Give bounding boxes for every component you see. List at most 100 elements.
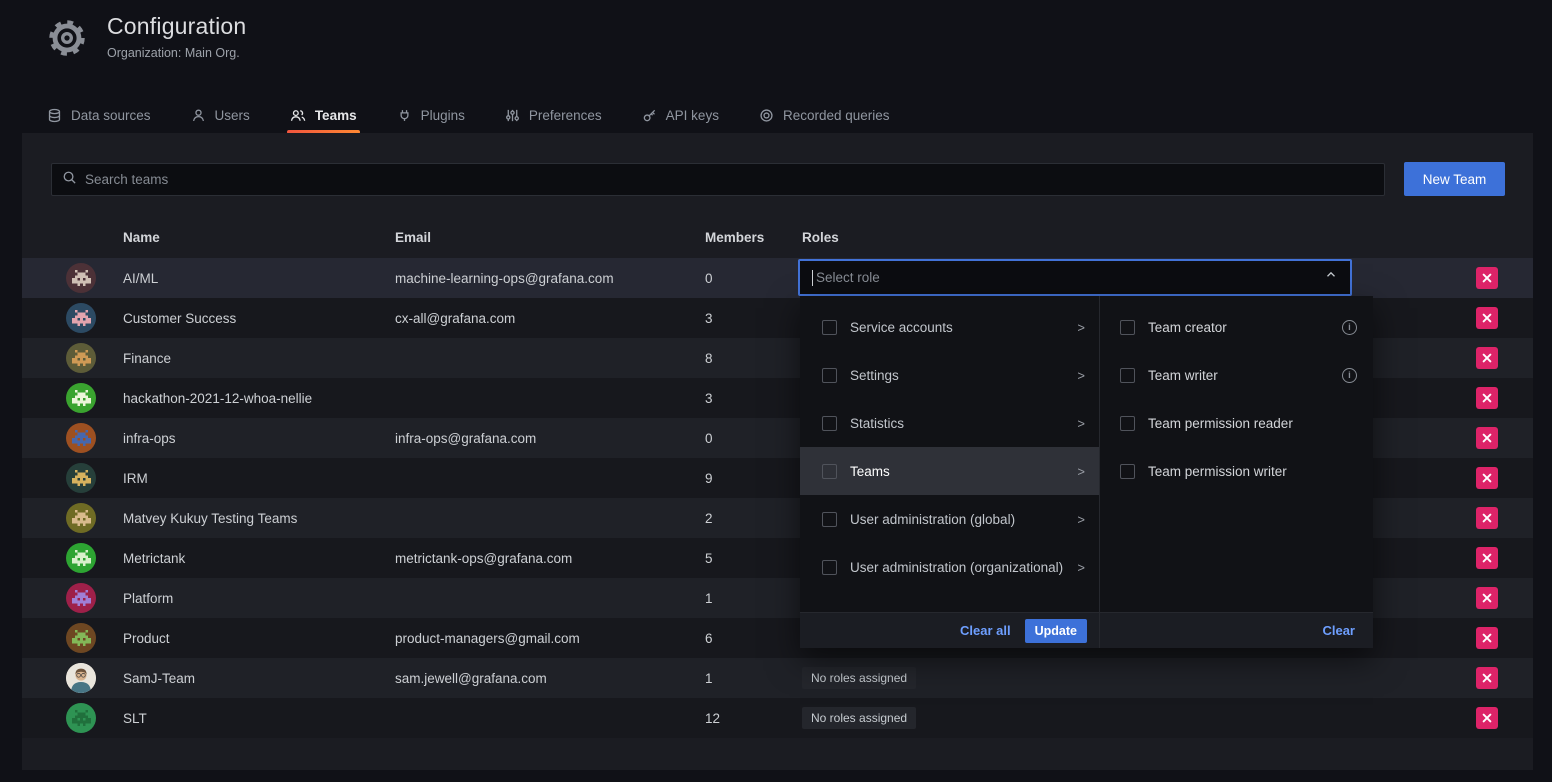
delete-team-button[interactable] xyxy=(1476,467,1498,489)
group-checkbox[interactable] xyxy=(822,464,837,479)
no-roles-badge: No roles assigned xyxy=(802,707,916,729)
delete-team-button[interactable] xyxy=(1476,587,1498,609)
team-email: sam.jewell@grafana.com xyxy=(395,671,705,686)
table-row[interactable]: SLT 12 No roles assigned xyxy=(22,698,1533,738)
team-members-count: 2 xyxy=(705,511,802,526)
role-group-item[interactable]: User administration (global) > xyxy=(800,495,1099,543)
close-icon xyxy=(1482,311,1492,326)
team-name: Matvey Kukuy Testing Teams xyxy=(123,511,395,526)
chevron-right-icon: > xyxy=(1077,416,1085,431)
team-name: Finance xyxy=(123,351,395,366)
role-picker-footer: Clear all Update Clear xyxy=(800,612,1373,648)
group-label: Statistics xyxy=(850,416,904,431)
no-roles-badge: No roles assigned xyxy=(802,667,916,689)
role-label: Team permission writer xyxy=(1148,464,1287,479)
team-name: Product xyxy=(123,631,395,646)
close-icon xyxy=(1482,271,1492,286)
role-option-list: Team creator i Team writer i Team permis… xyxy=(1100,296,1373,612)
new-team-button[interactable]: New Team xyxy=(1404,162,1505,196)
role-option-item[interactable]: Team permission writer i xyxy=(1100,447,1373,495)
close-icon xyxy=(1482,551,1492,566)
role-group-item[interactable]: Statistics > xyxy=(800,399,1099,447)
group-checkbox[interactable] xyxy=(822,416,837,431)
team-members-count: 3 xyxy=(705,311,802,326)
team-name: Platform xyxy=(123,591,395,606)
role-group-item[interactable]: Settings > xyxy=(800,351,1099,399)
update-button[interactable]: Update xyxy=(1025,619,1087,643)
tab-data-sources[interactable]: Data sources xyxy=(44,97,154,133)
role-option-item[interactable]: Team writer i xyxy=(1100,351,1373,399)
team-email: product-managers@gmail.com xyxy=(395,631,705,646)
plug-icon xyxy=(397,108,412,123)
clear-all-link[interactable]: Clear all xyxy=(960,623,1011,638)
delete-team-button[interactable] xyxy=(1476,547,1498,569)
team-members-count: 12 xyxy=(705,711,802,726)
group-checkbox[interactable] xyxy=(822,512,837,527)
role-checkbox[interactable] xyxy=(1120,464,1135,479)
role-group-item[interactable]: Teams > xyxy=(800,447,1099,495)
team-email: machine-learning-ops@grafana.com xyxy=(395,271,705,286)
tab-plugins[interactable]: Plugins xyxy=(394,97,468,133)
chevron-right-icon: > xyxy=(1077,368,1085,383)
delete-team-button[interactable] xyxy=(1476,627,1498,649)
role-checkbox[interactable] xyxy=(1120,368,1135,383)
delete-team-button[interactable] xyxy=(1476,307,1498,329)
tab-preferences[interactable]: Preferences xyxy=(502,97,605,133)
tab-teams[interactable]: Teams xyxy=(287,97,360,133)
team-avatar xyxy=(66,263,96,293)
team-avatar xyxy=(66,423,96,453)
chevron-right-icon: > xyxy=(1077,320,1085,335)
tab-api-keys[interactable]: API keys xyxy=(639,97,722,133)
team-name: hackathon-2021-12-whoa-nellie xyxy=(123,391,395,406)
group-checkbox[interactable] xyxy=(822,320,837,335)
role-select-control[interactable]: Select role xyxy=(798,259,1352,296)
team-members-count: 9 xyxy=(705,471,802,486)
close-icon xyxy=(1482,351,1492,366)
role-select-placeholder: Select role xyxy=(816,270,1324,285)
delete-team-button[interactable] xyxy=(1476,667,1498,689)
role-option-item[interactable]: Team permission reader i xyxy=(1100,399,1373,447)
users-icon xyxy=(290,108,306,123)
team-avatar xyxy=(66,583,96,613)
page-title: Configuration xyxy=(107,13,246,40)
group-checkbox[interactable] xyxy=(822,368,837,383)
role-checkbox[interactable] xyxy=(1120,416,1135,431)
user-icon xyxy=(191,108,206,123)
group-checkbox[interactable] xyxy=(822,560,837,575)
delete-team-button[interactable] xyxy=(1476,387,1498,409)
team-name: Metrictank xyxy=(123,551,395,566)
role-group-item[interactable]: Service accounts > xyxy=(800,303,1099,351)
tab-users[interactable]: Users xyxy=(188,97,253,133)
team-avatar xyxy=(66,703,96,733)
chevron-right-icon: > xyxy=(1077,464,1085,479)
table-row[interactable]: SamJ-Team sam.jewell@grafana.com 1 No ro… xyxy=(22,658,1533,698)
group-label: Settings xyxy=(850,368,899,383)
role-label: Team permission reader xyxy=(1148,416,1293,431)
team-avatar xyxy=(66,623,96,653)
clear-link[interactable]: Clear xyxy=(1322,623,1355,638)
team-email: metrictank-ops@grafana.com xyxy=(395,551,705,566)
search-teams-input[interactable] xyxy=(85,172,1374,187)
role-option-item[interactable]: Team creator i xyxy=(1100,303,1373,351)
column-header-email: Email xyxy=(395,230,705,245)
team-avatar xyxy=(66,463,96,493)
delete-team-button[interactable] xyxy=(1476,507,1498,529)
chevron-right-icon: > xyxy=(1077,560,1085,575)
delete-team-button[interactable] xyxy=(1476,707,1498,729)
info-icon: i xyxy=(1342,368,1357,383)
chevron-up-icon[interactable] xyxy=(1324,268,1338,287)
team-email: cx-all@grafana.com xyxy=(395,311,705,326)
role-group-item[interactable]: User administration (organizational) > xyxy=(800,543,1099,591)
search-teams-field[interactable] xyxy=(51,163,1385,196)
team-avatar xyxy=(66,663,96,693)
delete-team-button[interactable] xyxy=(1476,347,1498,369)
role-checkbox[interactable] xyxy=(1120,320,1135,335)
team-avatar xyxy=(66,503,96,533)
key-icon xyxy=(642,108,657,123)
delete-team-button[interactable] xyxy=(1476,267,1498,289)
team-avatar xyxy=(66,383,96,413)
tab-recorded-queries[interactable]: Recorded queries xyxy=(756,97,893,133)
delete-team-button[interactable] xyxy=(1476,427,1498,449)
team-name: SLT xyxy=(123,711,395,726)
page-header: Configuration Organization: Main Org. xyxy=(44,13,246,61)
